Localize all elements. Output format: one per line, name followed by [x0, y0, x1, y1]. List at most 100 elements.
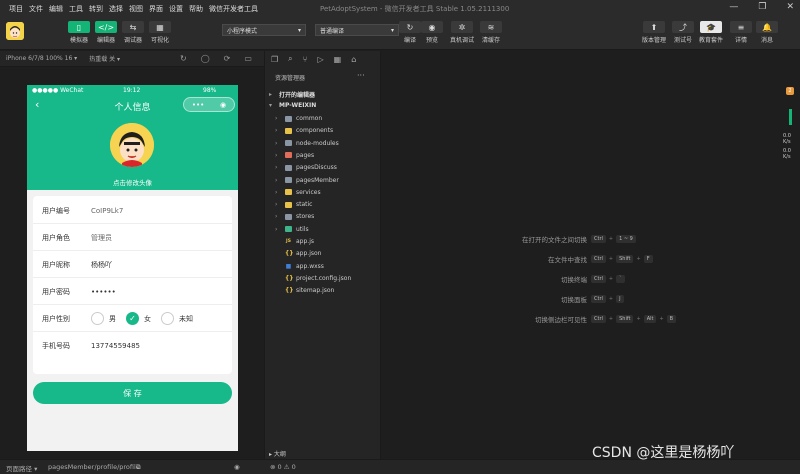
- close-target-icon[interactable]: ◉: [220, 101, 226, 109]
- folder-item[interactable]: › components: [275, 125, 333, 136]
- open-editors-section[interactable]: ▸ 打开的编辑器: [269, 89, 315, 100]
- toolbar-button-label: 清缓存: [481, 37, 500, 44]
- error-count[interactable]: ⊗ 0 ⚠ 0: [270, 463, 296, 471]
- menu-item[interactable]: 帮助: [186, 4, 206, 14]
- outline-section[interactable]: ▸ 大纲: [269, 449, 286, 458]
- gender-radio[interactable]: 未知: [161, 312, 193, 325]
- phone-status-bar: ●●●●● WeChat 19:12 98%: [27, 87, 238, 97]
- toolbar-button[interactable]: ⤴ 测试号: [669, 21, 697, 44]
- user-avatar[interactable]: [6, 22, 24, 40]
- store-icon[interactable]: ⌂: [351, 55, 356, 64]
- toolbar-button-label: 预览: [425, 37, 438, 44]
- toolbar-button[interactable]: </> 编辑器: [92, 21, 120, 44]
- refresh-icon[interactable]: ↻: [180, 54, 187, 63]
- notification-badge[interactable]: 2: [786, 87, 794, 95]
- form-row: 手机号码 13774559485: [33, 333, 232, 359]
- toolbar-button[interactable]: 🎓 教育套件: [697, 21, 725, 44]
- toolbar-button[interactable]: 🔔 消息: [753, 21, 781, 44]
- bell-icon: 🔔: [756, 21, 778, 33]
- field-label: 用户性别: [42, 314, 70, 323]
- device-select[interactable]: iPhone 6/7/8 100% 16 ▾: [6, 55, 77, 62]
- field-input[interactable]: 管理员: [91, 233, 112, 243]
- search-icon[interactable]: ⌕: [288, 54, 292, 64]
- debug-icon[interactable]: ▷: [317, 55, 323, 64]
- json-file-icon: {}: [285, 250, 294, 258]
- plus-separator: +: [608, 316, 614, 322]
- folder-item[interactable]: › stores: [275, 211, 314, 222]
- menu-item[interactable]: 微信开发者工具: [206, 4, 261, 14]
- menu-item[interactable]: 项目: [6, 4, 26, 14]
- menu-item[interactable]: 转到: [86, 4, 106, 14]
- chevron-right-icon: ▸: [269, 91, 273, 98]
- extensions-icon[interactable]: ▦: [334, 55, 342, 64]
- file-item[interactable]: {} project.config.json: [275, 273, 351, 284]
- file-item[interactable]: JS app.js: [275, 236, 314, 247]
- page-path: pagesMember/profile/profile: [48, 463, 140, 471]
- toolbar-button[interactable]: ▦ 可视化: [146, 21, 174, 44]
- file-item[interactable]: {} sitemap.json: [275, 285, 334, 296]
- toolbar-button[interactable]: ✲ 真机调试: [448, 21, 476, 44]
- menu-item[interactable]: 视图: [126, 4, 146, 14]
- toolbar-button[interactable]: ⇆ 调试器: [119, 21, 147, 44]
- clock: 19:12: [123, 87, 141, 94]
- window-icon[interactable]: ▭: [244, 54, 252, 63]
- folder-item[interactable]: › pagesDiscuss: [275, 162, 337, 173]
- more-dots-icon[interactable]: •••: [192, 101, 204, 109]
- chevron-down-icon: ▾: [297, 26, 301, 34]
- menu-item[interactable]: 工具: [66, 4, 86, 14]
- more-icon[interactable]: ···: [357, 71, 365, 80]
- shortcut-row: 在打开的文件之间切换 Ctrl +1 ~ 9: [381, 233, 781, 245]
- folder-item[interactable]: › pages: [275, 150, 314, 161]
- folder-item[interactable]: › common: [275, 113, 322, 124]
- folder-item[interactable]: › services: [275, 187, 321, 198]
- plus-separator: +: [659, 316, 664, 322]
- page-path-label[interactable]: 页面路径 ▾: [6, 463, 37, 473]
- field-input[interactable]: CoIP9Lk7: [91, 207, 123, 215]
- field-input[interactable]: 杨杨吖: [91, 260, 112, 270]
- source-control-icon[interactable]: ⑂: [303, 55, 308, 64]
- field-input[interactable]: ••••••: [91, 288, 116, 296]
- toolbar-button[interactable]: ⬆ 版本管理: [640, 21, 668, 44]
- toolbar-button[interactable]: ▯ 模拟器: [65, 21, 93, 44]
- files-icon[interactable]: ❐: [271, 55, 278, 64]
- file-item[interactable]: {} app.json: [275, 248, 321, 259]
- field-input[interactable]: 13774559485: [91, 342, 140, 350]
- toolbar-button[interactable]: ◉ 预览: [418, 21, 446, 44]
- menu-item[interactable]: 设置: [166, 4, 186, 14]
- rotate-icon[interactable]: ⟳: [224, 54, 231, 63]
- shortcut-description: 切换终端: [561, 276, 587, 284]
- maximize-icon[interactable]: ❐: [758, 2, 766, 12]
- mode-select[interactable]: 小程序模式 ▾: [222, 24, 306, 36]
- change-avatar-link[interactable]: 点击修改头像: [27, 177, 238, 187]
- close-icon[interactable]: ✕: [786, 2, 794, 12]
- save-button[interactable]: 保 存: [33, 382, 232, 404]
- profile-form: 用户编号 CoIP9Lk7 用户角色 管理员 用户昵称 杨杨吖 用户密码 •••••• 用户性别…: [33, 196, 232, 374]
- menu-item[interactable]: 选择: [106, 4, 126, 14]
- folder-item[interactable]: › utils: [275, 224, 309, 235]
- gender-radio[interactable]: ✓ 女: [126, 312, 151, 325]
- eye-icon[interactable]: ◉: [234, 463, 240, 471]
- folder-item[interactable]: › pagesMember: [275, 175, 339, 186]
- mini-program-capsule[interactable]: ••• ◉: [183, 97, 235, 112]
- menu-item[interactable]: 界面: [146, 4, 166, 14]
- toolbar-button[interactable]: ≡ 详情: [727, 21, 755, 44]
- pause-icon[interactable]: ◯: [201, 54, 210, 63]
- minimize-icon[interactable]: —: [729, 2, 738, 12]
- compile-select[interactable]: 普通编译 ▾: [315, 24, 399, 36]
- gender-radio[interactable]: 男: [91, 312, 116, 325]
- toolbar-button[interactable]: ≋ 清缓存: [477, 21, 505, 44]
- hot-reload-toggle[interactable]: 热重载 关 ▾: [89, 54, 120, 63]
- menu-item[interactable]: 编辑: [46, 4, 66, 14]
- copy-icon[interactable]: ⧉: [136, 463, 141, 472]
- profile-avatar[interactable]: [110, 123, 154, 167]
- folder-item[interactable]: › static: [275, 199, 312, 210]
- folder-item[interactable]: › node-modules: [275, 138, 339, 149]
- folder-icon: [285, 226, 292, 233]
- project-root[interactable]: ▾ MP-WEIXIN: [269, 100, 316, 111]
- tree-item-label: components: [296, 127, 334, 135]
- cartoon-girl-icon: [110, 123, 154, 167]
- performance-meter: 2 0.0 K/s 0.0 K/s: [781, 51, 800, 459]
- file-item[interactable]: ■ app.wxss: [275, 261, 324, 272]
- menu-item[interactable]: 文件: [26, 4, 46, 14]
- tree-item-label: app.wxss: [296, 262, 324, 270]
